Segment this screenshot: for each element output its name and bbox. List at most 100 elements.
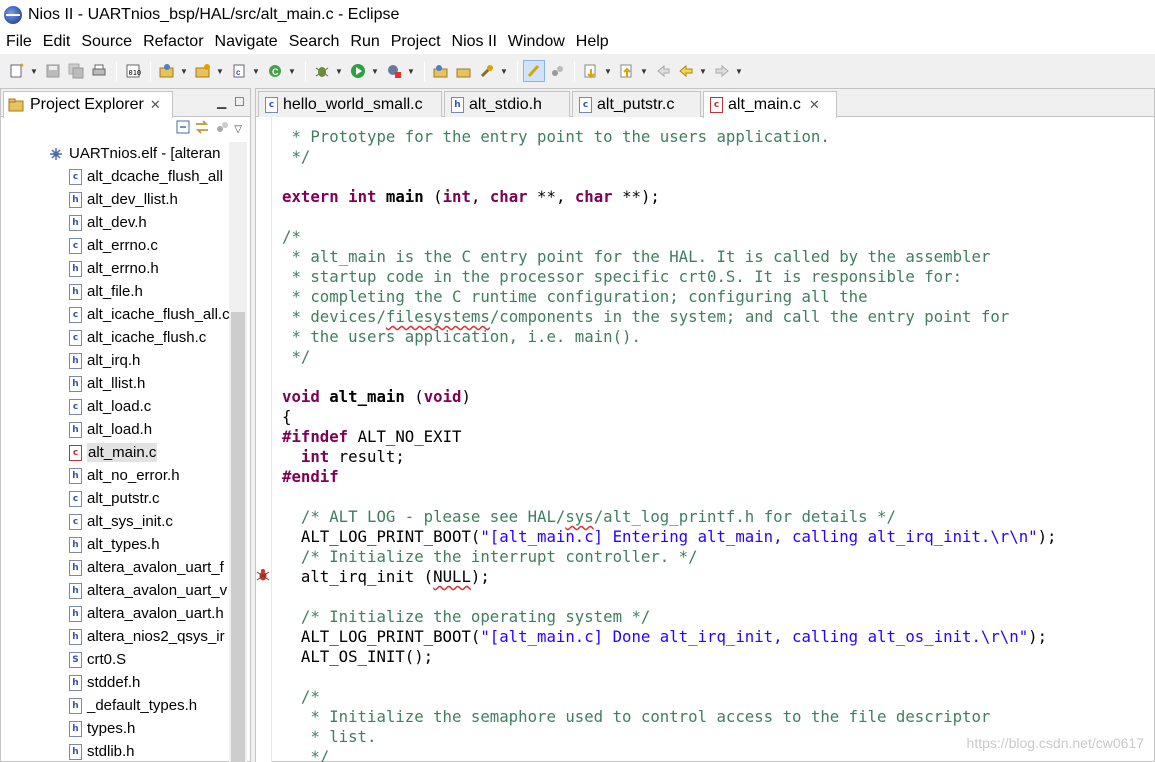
menu-run[interactable]: Run <box>346 33 383 51</box>
tree-item[interactable]: h _default_types.h <box>1 694 229 717</box>
next-annotation-icon[interactable] <box>580 60 602 82</box>
tree-item[interactable]: h altera_nios2_qsys_ir <box>1 625 229 648</box>
maximize-icon[interactable]: ☐ <box>234 95 245 109</box>
open-element-icon[interactable] <box>453 60 475 82</box>
tree-item-label: alt_irq.h <box>87 352 141 369</box>
menu-navigate[interactable]: Navigate <box>211 33 282 51</box>
tree-item[interactable]: h alt_file.h <box>1 280 229 303</box>
editor-tab-label: hello_world_small.c <box>283 95 423 113</box>
print-icon[interactable] <box>88 60 110 82</box>
tree-item[interactable]: c alt_icache_flush.c <box>1 326 229 349</box>
tree-item[interactable]: h altera_avalon_uart_v <box>1 579 229 602</box>
last-edit-icon[interactable] <box>652 60 674 82</box>
forward-dropdown-icon[interactable]: ▼ <box>734 60 744 82</box>
collapse-all-icon[interactable] <box>176 120 190 138</box>
new-dropdown-icon[interactable]: ▼ <box>29 60 39 82</box>
tree-item[interactable]: c alt_load.c <box>1 395 229 418</box>
prev-annotation-icon[interactable] <box>616 60 638 82</box>
tree-item[interactable]: h alt_no_error.h <box>1 464 229 487</box>
search-dropdown-icon[interactable]: ▼ <box>499 60 509 82</box>
external-tools-icon[interactable] <box>383 60 405 82</box>
new-source-dropdown-icon[interactable]: ▼ <box>251 60 261 82</box>
editor-tab[interactable]: c alt_main.c ✕ <box>703 91 837 118</box>
code-line: ALT_LOG_PRINT_BOOT("[alt_main.c] Done al… <box>282 627 1048 646</box>
editor-tab[interactable]: c hello_world_small.c <box>258 91 442 117</box>
view-menu-icon[interactable]: ▽ <box>234 124 242 135</box>
minimize-icon[interactable]: ▁ <box>217 95 226 109</box>
tree-item[interactable]: c alt_putstr.c <box>1 487 229 510</box>
tree-item[interactable]: h alt_dev_llist.h <box>1 188 229 211</box>
mark-occurrences-icon[interactable] <box>523 60 545 82</box>
filter-icon[interactable] <box>214 120 230 138</box>
tree-item[interactable]: h types.h <box>1 717 229 740</box>
menu-help[interactable]: Help <box>572 33 613 51</box>
new-project-icon[interactable] <box>156 60 178 82</box>
c-source-file-icon: c <box>265 96 278 113</box>
search-icon[interactable] <box>476 60 498 82</box>
tree-item[interactable]: c alt_sys_init.c <box>1 510 229 533</box>
new-folder-icon[interactable] <box>192 60 214 82</box>
tree-item-label: alt_sys_init.c <box>87 513 173 530</box>
external-tools-dropdown-icon[interactable]: ▼ <box>406 60 416 82</box>
tree-item[interactable]: h alt_dev.h <box>1 211 229 234</box>
tree-item[interactable]: h altera_avalon_uart.h <box>1 602 229 625</box>
menu-edit[interactable]: Edit <box>39 33 75 51</box>
save-all-icon[interactable] <box>65 60 87 82</box>
new-class-dropdown-icon[interactable]: ▼ <box>287 60 297 82</box>
forward-icon[interactable] <box>711 60 733 82</box>
tree-item[interactable]: h alt_errno.h <box>1 257 229 280</box>
tab-project-explorer[interactable]: Project Explorer ✕ <box>3 91 173 118</box>
menu-window[interactable]: Window <box>504 33 569 51</box>
close-icon[interactable]: ✕ <box>150 97 161 113</box>
tree-item[interactable]: h stddef.h <box>1 671 229 694</box>
scrollbar-thumb[interactable] <box>231 312 245 762</box>
menu-search[interactable]: Search <box>285 33 344 51</box>
close-icon[interactable]: ✕ <box>809 97 820 113</box>
menu-refactor[interactable]: Refactor <box>139 33 207 51</box>
new-folder-dropdown-icon[interactable]: ▼ <box>215 60 225 82</box>
menu-project[interactable]: Project <box>387 33 445 51</box>
editor-tab[interactable]: c alt_putstr.c <box>572 91 701 117</box>
prev-annotation-dropdown-icon[interactable]: ▼ <box>639 60 649 82</box>
link-with-editor-icon[interactable] <box>194 120 210 138</box>
tree-item[interactable]: c alt_icache_flush_all.c <box>1 303 229 326</box>
code-line: * the users application, i.e. main(). <box>282 327 641 346</box>
tree-item[interactable]: c alt_main.c <box>1 441 229 464</box>
code-line: */ <box>282 347 311 366</box>
new-class-icon[interactable]: C <box>264 60 286 82</box>
new-project-dropdown-icon[interactable]: ▼ <box>179 60 189 82</box>
tree-item-label: altera_avalon_uart_f <box>87 559 224 576</box>
tree-item[interactable]: Scrt0.S <box>1 648 229 671</box>
toggle-icon[interactable] <box>546 60 568 82</box>
tree-item[interactable]: c alt_errno.c <box>1 234 229 257</box>
menu-nios-ii[interactable]: Nios II <box>448 33 501 51</box>
next-annotation-dropdown-icon[interactable]: ▼ <box>603 60 613 82</box>
tree-item[interactable]: h alt_irq.h <box>1 349 229 372</box>
tree-item[interactable]: h stdlib.h <box>1 740 229 762</box>
explorer-scrollbar[interactable] <box>229 142 247 762</box>
tree-item[interactable]: h alt_types.h <box>1 533 229 556</box>
open-type-icon[interactable] <box>430 60 452 82</box>
menu-source[interactable]: Source <box>77 33 136 51</box>
binary-icon[interactable]: 010 <box>122 60 144 82</box>
new-source-icon[interactable]: c <box>228 60 250 82</box>
run-dropdown-icon[interactable]: ▼ <box>370 60 380 82</box>
debug-icon[interactable] <box>311 60 333 82</box>
back-dropdown-icon[interactable]: ▼ <box>698 60 708 82</box>
tree-item[interactable]: h altera_avalon_uart_f <box>1 556 229 579</box>
back-icon[interactable] <box>675 60 697 82</box>
tree-item-label: alt_dev_llist.h <box>87 191 178 208</box>
new-icon[interactable] <box>6 60 28 82</box>
tree-item[interactable]: h alt_llist.h <box>1 372 229 395</box>
debug-dropdown-icon[interactable]: ▼ <box>334 60 344 82</box>
menu-file[interactable]: File <box>2 33 36 51</box>
breakpoint-bug-icon[interactable] <box>256 568 270 582</box>
tree-item[interactable]: c alt_dcache_flush_all <box>1 165 229 188</box>
code-editor[interactable]: * Prototype for the entry point to the u… <box>282 117 1152 762</box>
save-icon[interactable] <box>42 60 64 82</box>
run-icon[interactable] <box>347 60 369 82</box>
tree-root[interactable]: UARTnios.elf - [alteran <box>1 142 229 165</box>
tree-item[interactable]: h alt_load.h <box>1 418 229 441</box>
editor-tab[interactable]: h alt_stdio.h <box>444 91 570 117</box>
